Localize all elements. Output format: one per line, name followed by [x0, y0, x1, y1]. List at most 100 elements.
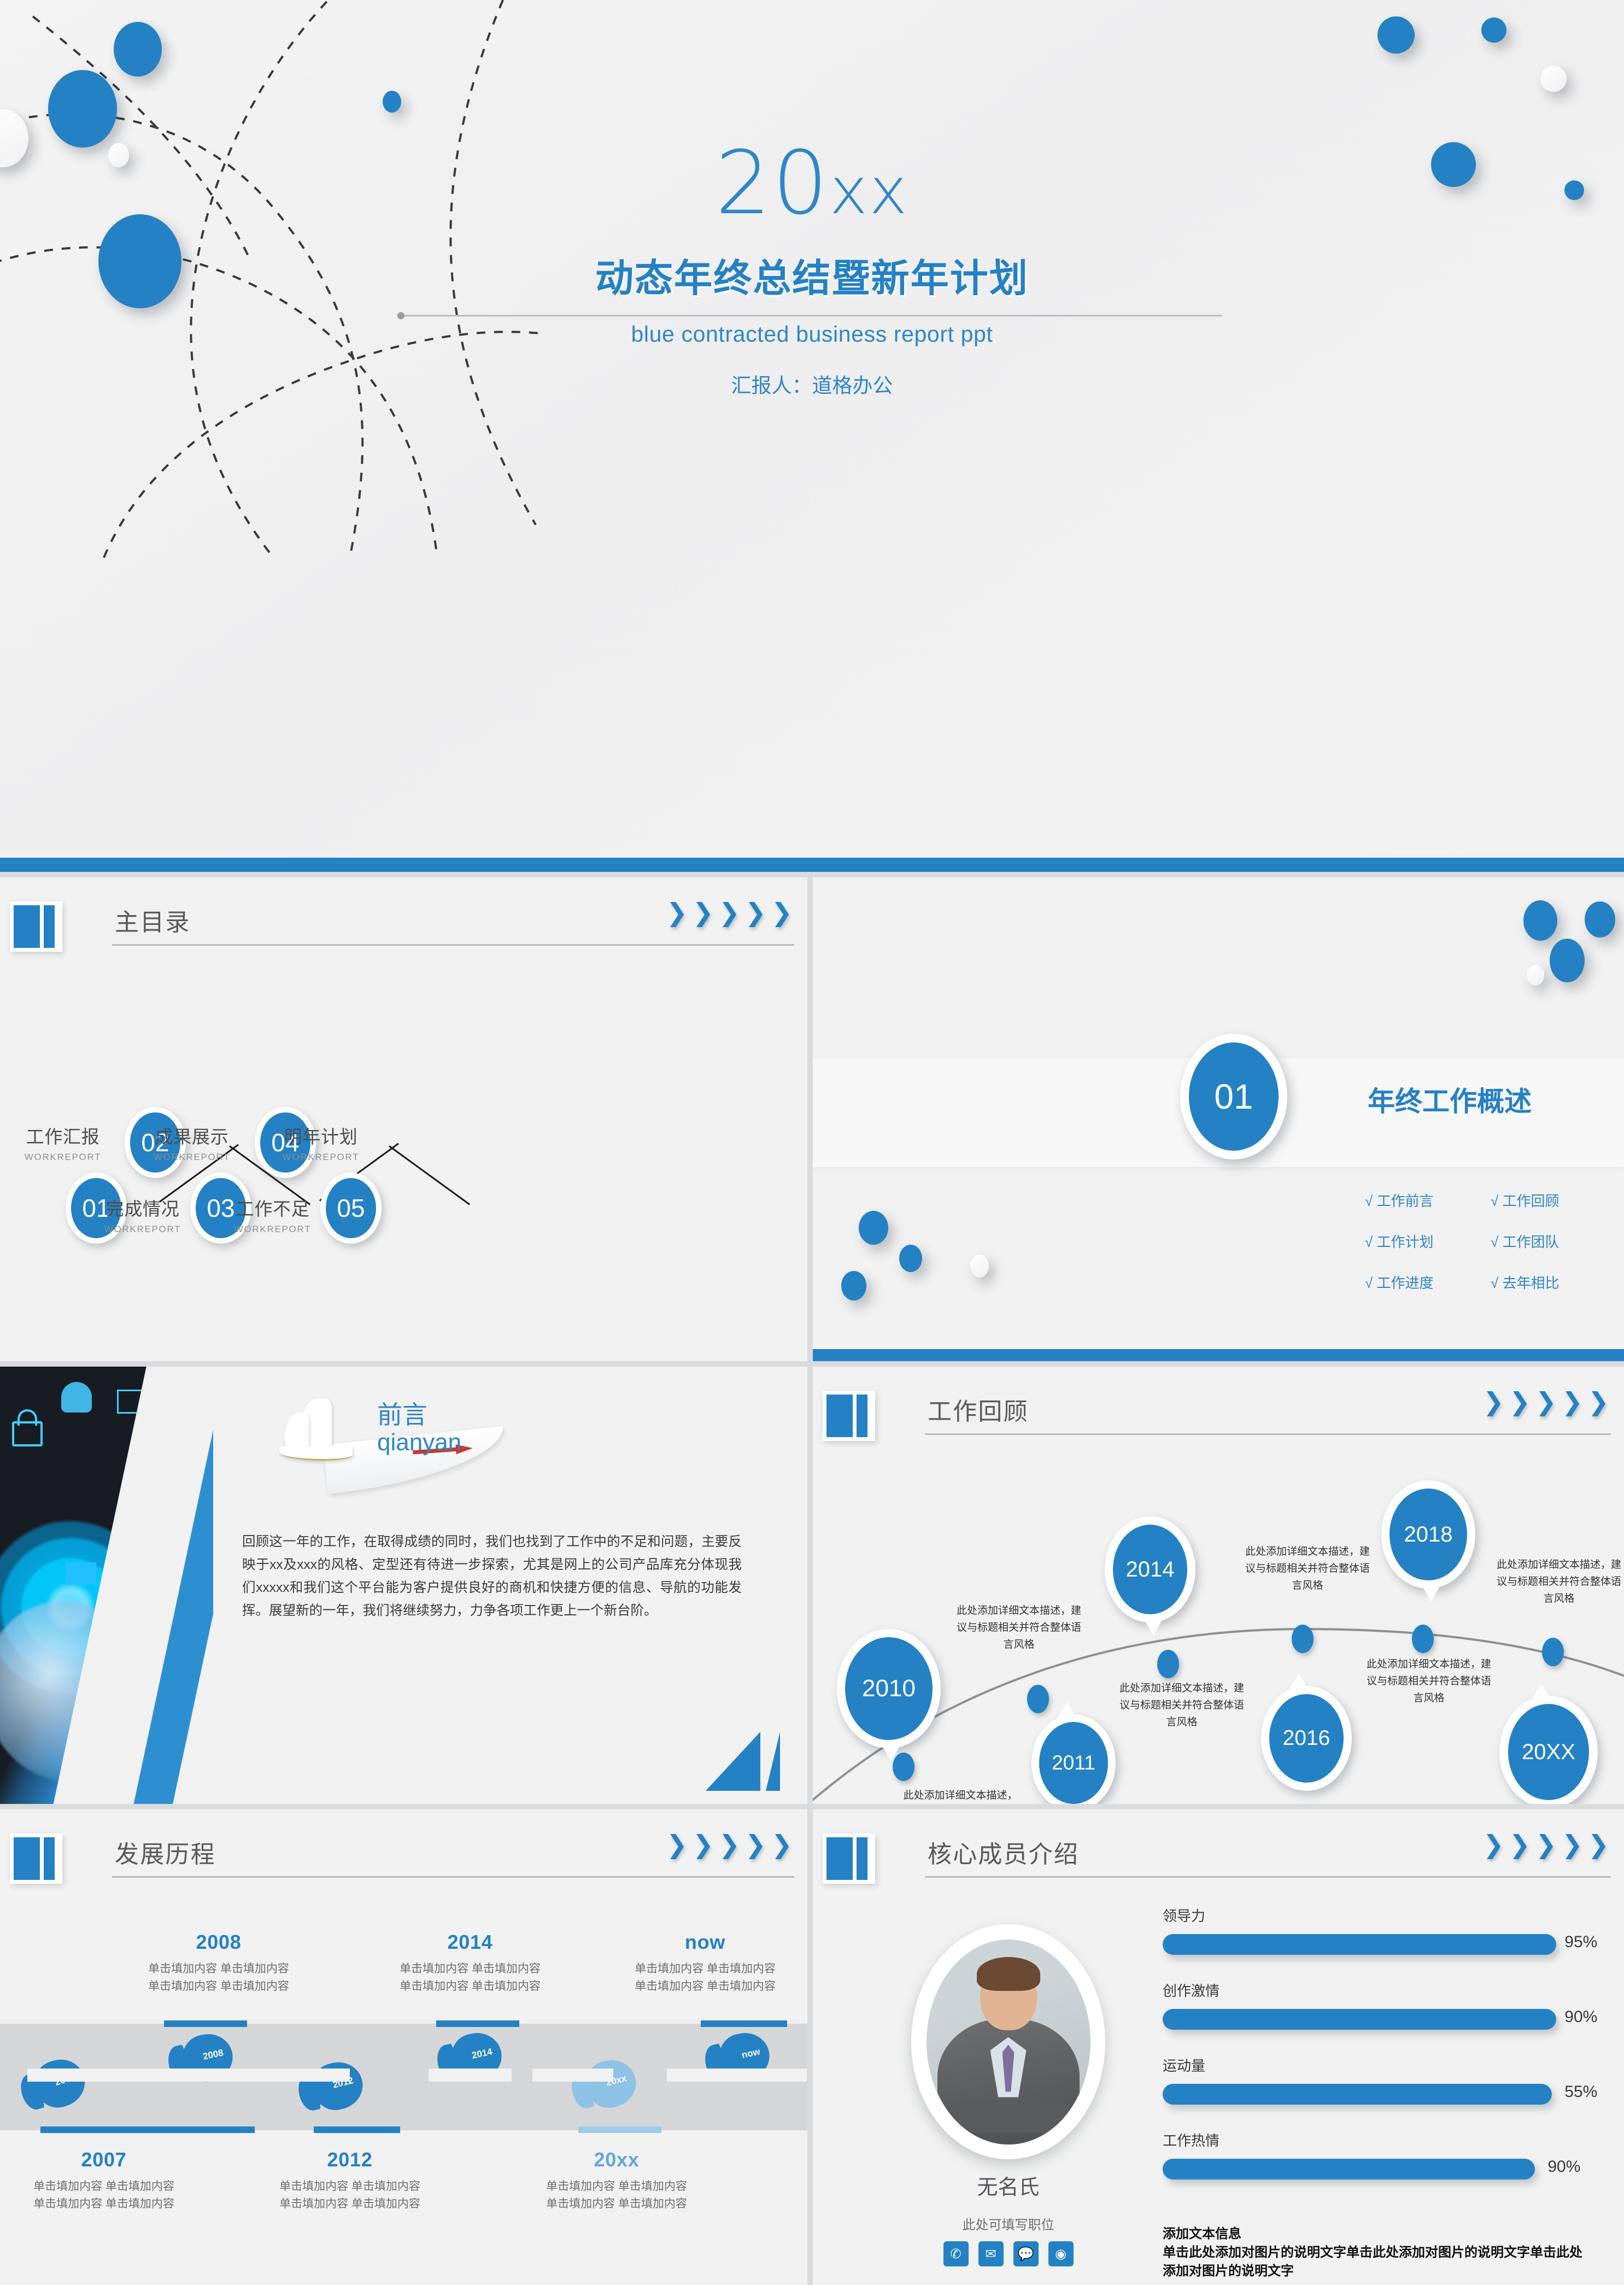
member-social-links: ✆ ✉ 💬 ◉: [911, 2241, 1105, 2266]
chevron-right-icon: ❯: [1509, 1830, 1531, 1859]
network-node: [48, 70, 117, 148]
divider-bullet[interactable]: √ 工作前言: [1365, 1190, 1491, 1210]
chevron-right-icon: ❯: [666, 1830, 688, 1859]
slide-toc[interactable]: 主目录 ❯ ❯ ❯ ❯ ❯ 01 02 03 04 05 工作汇报 WORKRE…: [0, 877, 807, 1361]
skill-bar-fill: [1163, 2084, 1552, 2105]
bubble-tail: [1058, 1702, 1076, 1718]
chevron-right-icon: ❯: [1535, 1830, 1557, 1859]
chevron-right-icon: ❯: [693, 898, 714, 927]
history-desc: 单击填加内容 单击填加内容 单击填加内容 单击填加内容: [33, 2180, 174, 2210]
slide-cover[interactable]: 20xx 动态年终总结暨新年计划 blue contracted busines…: [0, 0, 1624, 872]
timeline-bubble-year: 2016: [1269, 1694, 1344, 1783]
person-icon: [61, 1382, 92, 1413]
phone-icon[interactable]: ✆: [943, 2241, 969, 2266]
timeline-dot: [1542, 1638, 1564, 1666]
member-avatar: [911, 1924, 1105, 2159]
mail-icon[interactable]: ✉: [978, 2241, 1004, 2266]
toc-label-sub: WORKREPORT: [153, 1152, 231, 1162]
timeline-bubble-20xx[interactable]: 20XX: [1499, 1684, 1598, 1804]
slide-header: 发展历程 ❯ ❯ ❯ ❯ ❯: [0, 1830, 807, 1890]
toc-connector: [389, 1145, 471, 1205]
skill-bar: 90%: [1163, 2008, 1597, 2030]
skill-bar: 90%: [1163, 2158, 1586, 2179]
chevron-right-icon: ❯: [745, 1830, 766, 1859]
avatar-hair: [976, 1956, 1040, 1991]
timeline-dot: [1412, 1625, 1434, 1653]
footprint-2012: 2012: [294, 2057, 368, 2118]
slide-preface[interactable]: 前言 qianyan 回顾这一年的工作，在取得成绩的同时，我们也找到了工作中的不…: [0, 1367, 807, 1804]
history-desc: 单击填加内容 单击填加内容 单击填加内容 单击填加内容: [148, 1962, 289, 1993]
bubble-tail: [1144, 1619, 1163, 1636]
bubble-tail: [882, 1745, 900, 1761]
footprint-20xx: 20xx: [567, 2055, 641, 2116]
cover-year: 20xx: [0, 139, 1624, 227]
skill-label: 工作热情: [1163, 2132, 1220, 2149]
divider-bullet[interactable]: √ 工作回顾: [1491, 1190, 1616, 1210]
tech-business-photo: [0, 1367, 213, 1804]
slide-section-divider[interactable]: 01 年终工作概述 √ 工作前言 √ 工作回顾 √ 工作计划 √ 工作团队 √ …: [813, 877, 1624, 1361]
history-desc: 单击填加内容 单击填加内容 单击填加内容 单击填加内容: [400, 1962, 541, 1993]
slide-core-member[interactable]: 核心成员介绍 ❯ ❯ ❯ ❯ ❯ 无名氏 此处可填写职位 ✆ ✉ 💬 ◉ 领导力…: [813, 1809, 1624, 2285]
history-desc: 单击填加内容 单击填加内容 单击填加内容 单击填加内容: [635, 1962, 776, 1993]
toc-label-sub: WORKREPORT: [282, 1152, 360, 1162]
avatar-arms: [945, 2100, 1072, 2132]
toc-label-text: 完成情况: [105, 1199, 180, 1219]
slide-header: 工作回顾 ❯ ❯ ❯ ❯ ❯: [813, 1387, 1624, 1448]
chat-icon[interactable]: 💬: [1013, 2241, 1039, 2266]
divider-bullet[interactable]: √ 工作进度: [1365, 1272, 1491, 1292]
history-item-2014: 2014 单击填加内容 单击填加内容 单击填加内容 单击填加内容: [361, 1931, 579, 1995]
decor-dot: [1527, 965, 1544, 986]
weibo-icon[interactable]: ◉: [1048, 2241, 1074, 2266]
toc-label-text: 明年计划: [284, 1127, 358, 1147]
chevron-group-icon: ❯ ❯ ❯ ❯ ❯: [1483, 1830, 1609, 1859]
decor-dot: [1377, 16, 1415, 54]
timeline-bubble-2018[interactable]: 2018: [1381, 1480, 1475, 1602]
toc-label-01: 工作汇报 WORKREPORT: [0, 1122, 126, 1163]
email-icon: [66, 1562, 96, 1584]
review-header-title: 工作回顾: [928, 1398, 1029, 1425]
timeline-text-20xx: 此处添加详细文本描述，建议与标题相关并符合整体语言风格: [1496, 1559, 1621, 1604]
slide-work-review[interactable]: 工作回顾 ❯ ❯ ❯ ❯ ❯ 2010 2011 2014 2016 2018 …: [813, 1367, 1624, 1804]
toc-diagram: 01 02 03 04 05 工作汇报 WORKREPORT 完成情况 WORK…: [0, 1041, 807, 1326]
network-node: [383, 91, 401, 113]
skill-label: 领导力: [1163, 1908, 1206, 1924]
corner-triangle-accent: [706, 1732, 760, 1791]
timeline-bubble-2010[interactable]: 2010: [837, 1629, 941, 1761]
decor-dot: [1585, 901, 1615, 938]
decor-dot: [859, 1211, 888, 1245]
divider-title: 年终工作概述: [1368, 1086, 1532, 1117]
cover-subtitle: blue contracted business report ppt: [631, 321, 993, 347]
timeline-dot: [1292, 1625, 1314, 1653]
history-item-2007: 2007 单击填加内容 单击填加内容 单击填加内容 单击填加内容: [0, 2148, 213, 2212]
preface-body-text: 回顾这一年的工作，在取得成绩的同时，我们也找到了工作中的不足和问题，主要反映于x…: [242, 1534, 742, 1619]
history-connector-2014: [436, 2020, 519, 2027]
decor-dot: [841, 1271, 866, 1300]
timeline-bubble-2014[interactable]: 2014: [1105, 1516, 1195, 1636]
chevron-right-icon: ❯: [719, 1830, 740, 1859]
skill-activity: 运动量 55%: [1163, 2055, 1597, 2105]
decor-dot: [1540, 66, 1567, 92]
history-year: 20xx: [594, 2148, 640, 2171]
header-mark-icon: [823, 1833, 875, 1884]
chevron-right-icon: ❯: [693, 1830, 714, 1859]
cover-divider-rule: [397, 312, 1222, 319]
chevron-right-icon: ❯: [771, 898, 793, 927]
timeline-bubble-2016[interactable]: 2016: [1261, 1674, 1352, 1791]
timeline-text-2014: 此处添加详细文本描述，建议与标题相关并符合整体语言风格: [1119, 1683, 1244, 1728]
lock-icon: [17, 1409, 37, 1426]
slide-development-history[interactable]: 发展历程 ❯ ❯ ❯ ❯ ❯ 2008 单击填加内容 单击填加内容 单击填加内容…: [0, 1809, 807, 2285]
header-mark-icon: [10, 901, 62, 952]
divider-bullet[interactable]: √ 工作计划: [1365, 1231, 1491, 1251]
history-footprint-band: 2007 2008 2012 2014 20xx now: [0, 2020, 807, 2133]
chevron-right-icon: ❯: [666, 898, 688, 927]
toc-label-sub: WORKREPORT: [24, 1152, 102, 1162]
toc-label-text: 工作汇报: [26, 1127, 100, 1147]
divider-bullet[interactable]: √ 工作团队: [1491, 1231, 1616, 1251]
divider-bullet[interactable]: √ 去年相比: [1491, 1272, 1616, 1292]
history-connector-now: [701, 2020, 787, 2027]
history-connector-20xx: [578, 2126, 661, 2133]
history-desc: 单击填加内容 单击填加内容 单击填加内容 单击填加内容: [546, 2180, 687, 2210]
timeline-bubble-2011[interactable]: 2011: [1031, 1702, 1116, 1804]
divider-bottom-bar: [813, 1349, 1624, 1361]
skill-percent: 90%: [1564, 2008, 1598, 2026]
